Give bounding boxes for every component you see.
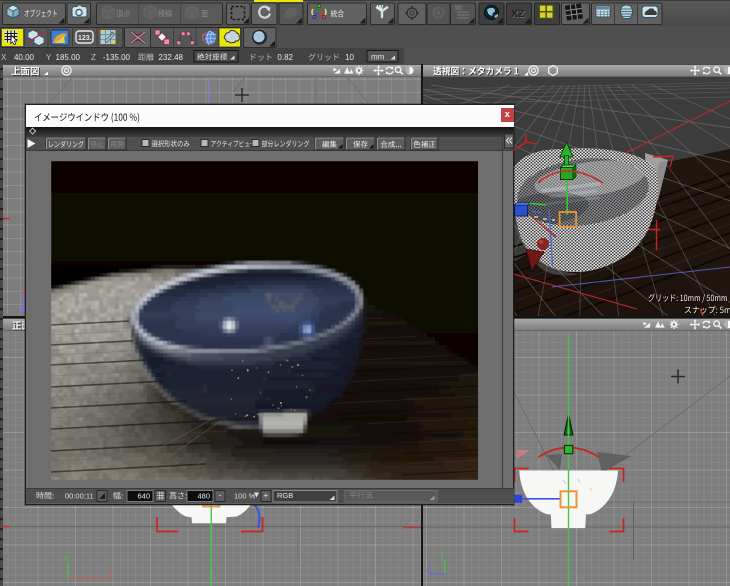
svg-text:480: 480 bbox=[197, 492, 210, 501]
svg-text:-: - bbox=[219, 491, 222, 500]
svg-text:640: 640 bbox=[137, 492, 150, 501]
svg-text:RGB: RGB bbox=[277, 491, 293, 500]
svg-text:00:00:11: 00:00:11 bbox=[65, 492, 94, 501]
svg-text:+: + bbox=[264, 491, 269, 500]
svg-text:100 %: 100 % bbox=[234, 492, 256, 501]
